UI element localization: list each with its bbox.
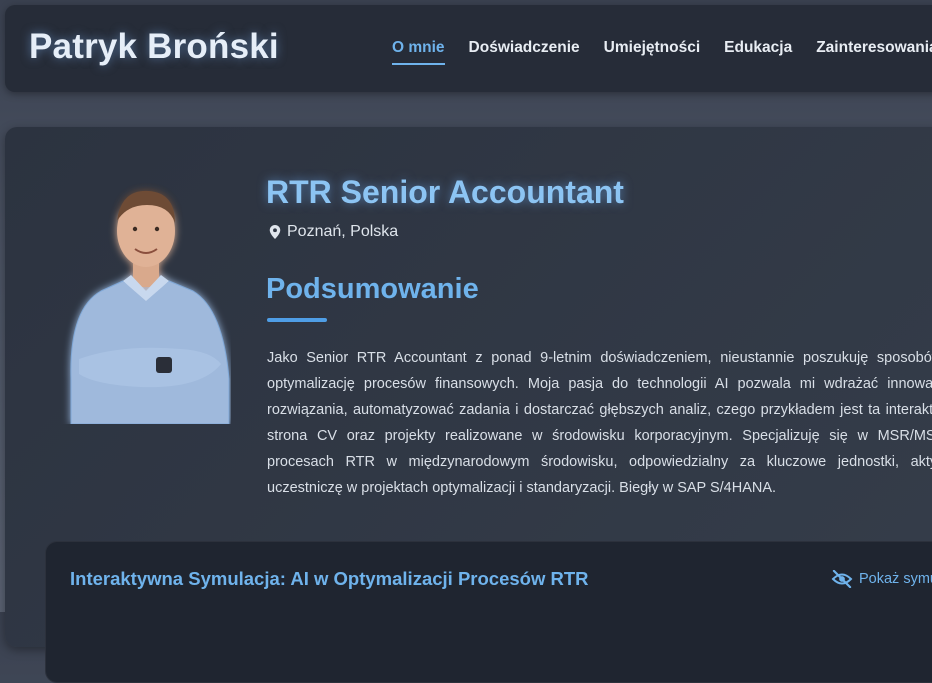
summary-heading: Podsumowanie bbox=[266, 273, 479, 305]
heading-underline bbox=[267, 318, 327, 322]
simulation-panel: Interaktywna Symulacja: AI w Optymalizac… bbox=[45, 541, 932, 683]
nav-item-zainteresowania[interactable]: Zainteresowania bbox=[816, 39, 932, 65]
nav-item-doswiadczenie[interactable]: Doświadczenie bbox=[469, 39, 580, 65]
location-text: Poznań, Polska bbox=[287, 223, 399, 240]
job-title: RTR Senior Accountant bbox=[266, 174, 624, 210]
location: Poznań, Polska bbox=[269, 223, 398, 241]
map-pin-icon bbox=[269, 225, 281, 239]
nav-item-umiejetnosci[interactable]: Umiejętności bbox=[604, 39, 700, 65]
top-header: Patryk Broński O mnie Doświadczenie Umie… bbox=[5, 5, 932, 92]
profile-card: RTR Senior Accountant Poznań, Polska Pod… bbox=[5, 127, 932, 683]
eye-off-icon bbox=[831, 570, 853, 588]
site-brand[interactable]: Patryk Broński bbox=[29, 27, 279, 67]
main-nav: O mnie Doświadczenie Umiejętności Edukac… bbox=[392, 39, 932, 65]
nav-item-o-mnie[interactable]: O mnie bbox=[392, 39, 445, 65]
simulation-title: Interaktywna Symulacja: AI w Optymalizac… bbox=[70, 568, 589, 589]
summary-text: Jako Senior RTR Accountant z ponad 9-let… bbox=[267, 350, 932, 496]
nav-item-edukacja[interactable]: Edukacja bbox=[724, 39, 792, 65]
simulation-toggle-button[interactable]: Pokaż symulację bbox=[831, 570, 932, 588]
simulation-toggle-label: Pokaż symulację bbox=[859, 571, 932, 587]
profile-photo bbox=[70, 190, 230, 424]
